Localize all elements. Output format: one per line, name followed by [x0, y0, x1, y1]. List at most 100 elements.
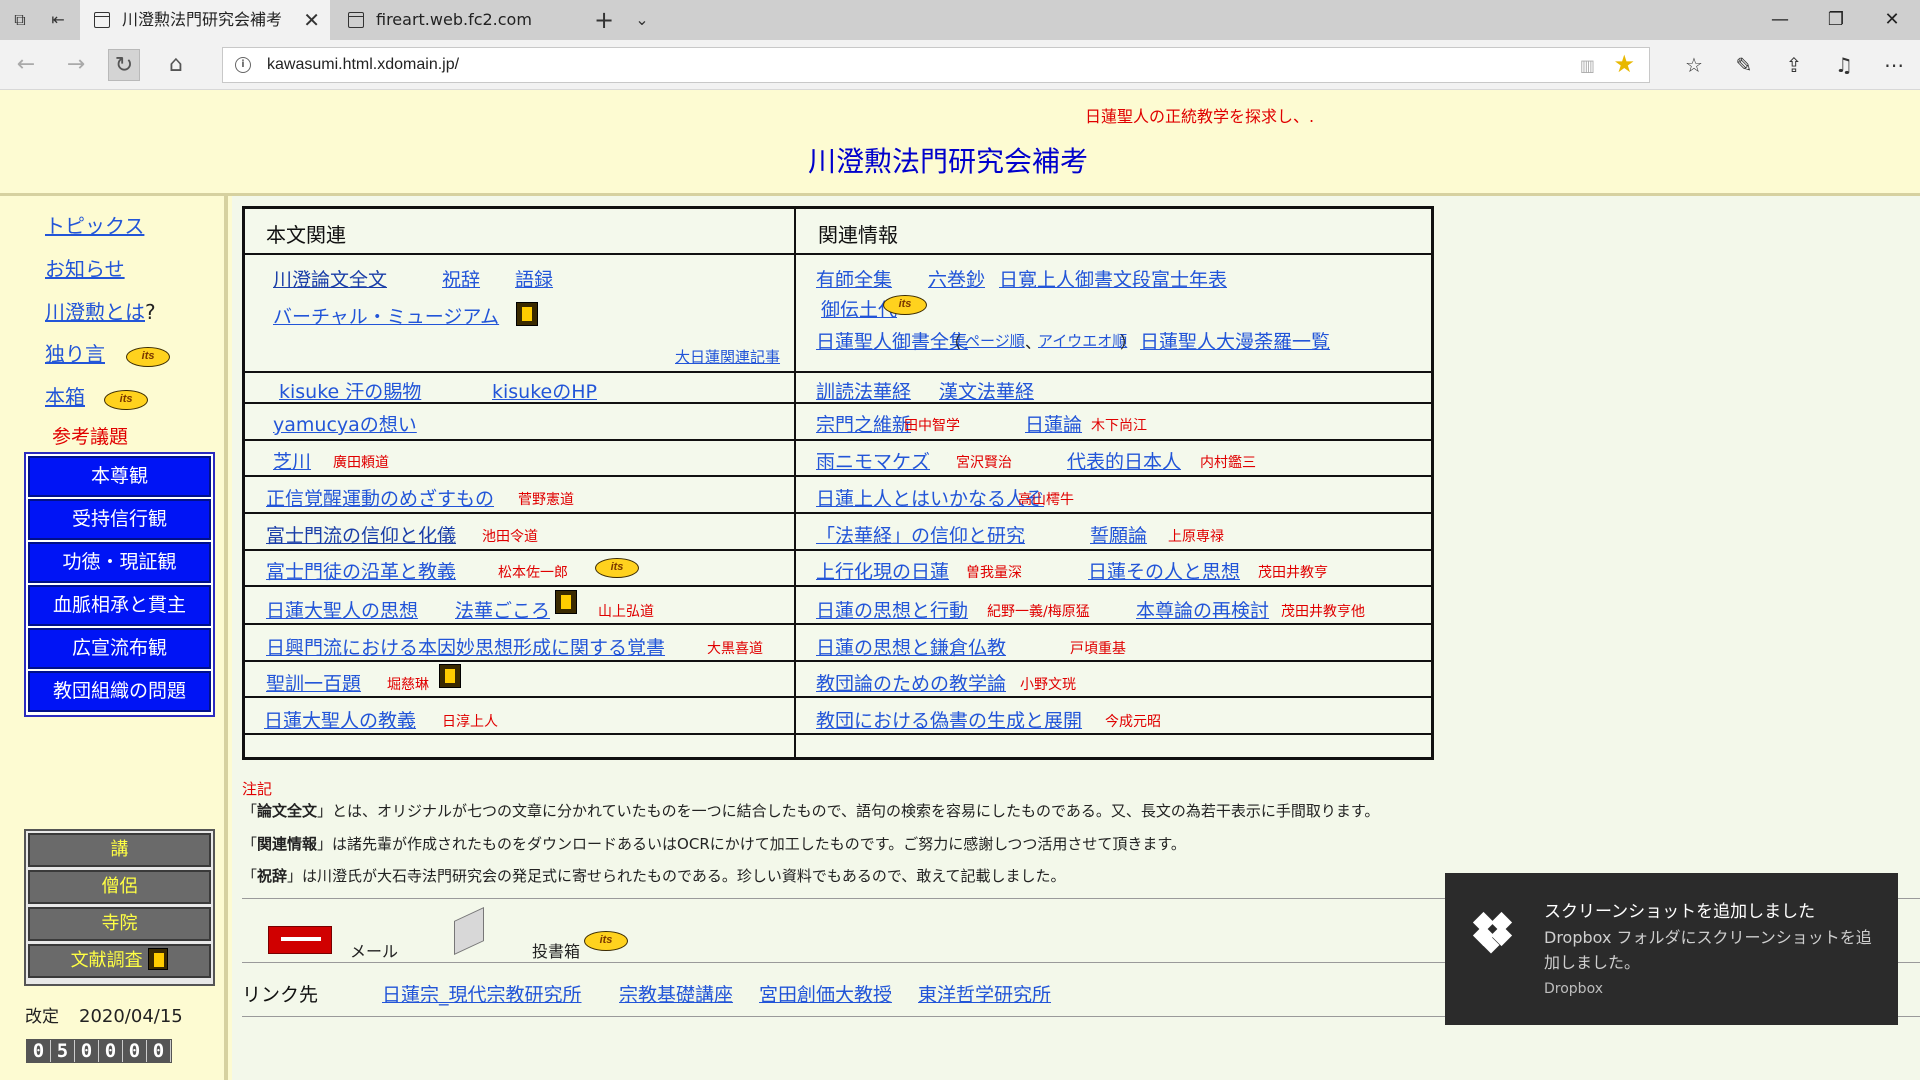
- link-kisuke-sweat[interactable]: kisuke 汗の賜物: [279, 377, 421, 404]
- menu-juji[interactable]: 受持信行観: [28, 499, 211, 540]
- row-divider: [245, 549, 1431, 551]
- link-kamakura-buddhism[interactable]: 日蓮の思想と鎌倉仏教: [816, 633, 1006, 660]
- link-hokekyo-faith[interactable]: 「法華経」の信仰と研究: [816, 521, 1025, 548]
- url-text[interactable]: kawasumi.html.xdomain.jp/: [267, 48, 459, 82]
- link-page-order[interactable]: ページ順: [965, 330, 1025, 351]
- link-full-paper[interactable]: 川澄論文全文: [273, 265, 387, 292]
- info-icon[interactable]: i: [235, 57, 251, 73]
- link-fuji-monryu[interactable]: 富士門流の信仰と化儀: [266, 521, 456, 548]
- menu-kechimyaku[interactable]: 血脈相承と貫主: [28, 585, 211, 626]
- row-divider: [245, 696, 1431, 698]
- link-gisho[interactable]: 教団における偽書の生成と展開: [816, 706, 1082, 733]
- dropbox-notification[interactable]: スクリーンショットを追加しました Dropbox フォルダにスクリーンショットを…: [1445, 873, 1898, 1025]
- sidebar-link-about[interactable]: 川澄勲とは: [45, 300, 145, 324]
- home-icon[interactable]: ⌂: [160, 49, 192, 81]
- menu-honzon[interactable]: 本尊観: [28, 456, 211, 497]
- paren-open: （: [945, 333, 962, 352]
- link-seikun[interactable]: 聖訓一百題: [266, 669, 361, 696]
- author-imanari: 今成元昭: [1105, 714, 1161, 730]
- tab-inactive[interactable]: fireart.web.fc2.com: [334, 0, 574, 40]
- sidebar-link-bookshelf[interactable]: 本箱: [45, 385, 85, 409]
- postbox-icon[interactable]: [454, 907, 484, 955]
- tab-close-icon[interactable]: ✕: [303, 0, 320, 40]
- link-shumon-ishin[interactable]: 宗門之維新: [816, 410, 911, 437]
- pen-icon[interactable]: ✎: [1728, 49, 1760, 81]
- mail-link[interactable]: メール: [350, 938, 398, 962]
- link-congratulation[interactable]: 祝辞: [442, 265, 480, 292]
- link-shoshin-kakusei[interactable]: 正信覚醒運動のめざすもの: [266, 484, 494, 511]
- counter-digit: 0: [123, 1040, 147, 1062]
- url-field[interactable]: i kawasumi.html.xdomain.jp/ ▥ ★: [222, 47, 1650, 83]
- link-hokke-gokoro[interactable]: 法華ごころ: [455, 596, 550, 623]
- sidebar-link-topics[interactable]: トピックス: [45, 210, 144, 239]
- minimize-icon[interactable]: —: [1752, 0, 1808, 40]
- tab-list-chevron-icon[interactable]: ⌄: [630, 8, 654, 32]
- link-kyodan-kyogaku[interactable]: 教団論のための教学論: [816, 669, 1006, 696]
- link-ame-nimo-makezu[interactable]: 雨ニモマケズ: [816, 447, 930, 474]
- menu-ko[interactable]: 講: [28, 833, 211, 867]
- link-honzon-review[interactable]: 本尊論の再検討: [1136, 596, 1269, 623]
- link-nichiren-ron[interactable]: 日蓮論: [1025, 410, 1082, 437]
- sidebar-item-monologue: 独り言 its: [45, 338, 171, 367]
- link-jogyo-kegen[interactable]: 上行化現の日蓮: [816, 557, 949, 584]
- new-tab-icon[interactable]: +: [592, 8, 616, 32]
- link-representative-men[interactable]: 代表的日本人: [1067, 447, 1181, 474]
- sidebar-link-news[interactable]: お知らせ: [45, 253, 125, 282]
- menu-kudoku[interactable]: 功徳・現証観: [28, 542, 211, 583]
- link-daishonin-doctrine[interactable]: 日蓮大聖人の教義: [264, 706, 416, 733]
- more-icon[interactable]: ⋯: [1878, 49, 1910, 81]
- reading-view-icon[interactable]: ▥: [1580, 56, 1595, 75]
- link-yamucya[interactable]: yamucyaの想い: [273, 410, 417, 437]
- link-shibakawa[interactable]: 芝川: [273, 447, 311, 474]
- back-icon[interactable]: ←: [10, 49, 42, 81]
- favorites-icon[interactable]: ☆: [1678, 49, 1710, 81]
- row-divider: [245, 371, 1431, 373]
- menu-jiin[interactable]: 寺院: [28, 907, 211, 941]
- menu-kyodan[interactable]: 教団組織の問題: [28, 671, 211, 712]
- forward-icon[interactable]: →: [60, 49, 92, 81]
- menu-bunken[interactable]: 文献調査: [28, 944, 211, 978]
- visitor-counter: 050000: [26, 1039, 172, 1063]
- link-sayings[interactable]: 語録: [515, 265, 553, 292]
- link-fuji-nenpyo[interactable]: 富士年表: [1151, 265, 1227, 292]
- link-fuji-monto[interactable]: 富士門徒の沿革と教義: [266, 557, 456, 584]
- restore-icon[interactable]: ❐: [1808, 0, 1864, 40]
- link-kanbun-hokekyo[interactable]: 漢文法華経: [939, 377, 1034, 404]
- link-miyata[interactable]: 宮田創価大教授: [759, 980, 892, 1007]
- link-aiueo-order[interactable]: アイウエオ順: [1038, 330, 1127, 351]
- share-icon[interactable]: ⇪: [1778, 49, 1810, 81]
- favorite-star-icon[interactable]: ★: [1613, 50, 1635, 78]
- author-ono: 小野文珖: [1020, 677, 1076, 693]
- link-mandala-list[interactable]: 日蓮聖人大漫荼羅一覧: [1140, 327, 1330, 354]
- link-nikko-honninmyo[interactable]: 日興門流における本因妙思想形成に関する覚書: [266, 633, 665, 660]
- link-ushi-zenshu[interactable]: 有師全集: [816, 265, 892, 292]
- refresh-icon[interactable]: ↻: [108, 49, 140, 81]
- link-toyo-tetsugaku[interactable]: 東洋哲学研究所: [918, 980, 1051, 1007]
- link-rokkansho[interactable]: 六巻鈔: [928, 265, 985, 292]
- mailbox-icon[interactable]: [268, 926, 332, 954]
- sidebar-link-monologue[interactable]: 独り言: [45, 342, 105, 366]
- tab-actions-icon[interactable]: ⧉: [8, 8, 32, 32]
- link-religion-basics[interactable]: 宗教基礎講座: [619, 980, 733, 1007]
- close-window-icon[interactable]: ✕: [1864, 0, 1920, 40]
- read-aloud-icon[interactable]: ♫: [1828, 49, 1860, 81]
- link-nichiren-action[interactable]: 日蓮の思想と行動: [816, 596, 968, 623]
- link-seigan-ron[interactable]: 誓願論: [1090, 521, 1147, 548]
- menu-soryo[interactable]: 僧侶: [28, 870, 211, 904]
- link-virtual-museum[interactable]: バーチャル・ミュージアム: [273, 302, 499, 329]
- set-aside-tabs-icon[interactable]: ⇤: [46, 8, 70, 32]
- note-bracket: 「: [242, 835, 258, 853]
- postbox-link[interactable]: 投書箱: [532, 938, 580, 962]
- tab-active[interactable]: 川澄勲法門研究会補考 ✕: [80, 0, 330, 40]
- tab-title: 川澄勲法門研究会補考: [122, 10, 283, 29]
- link-nichiren-person[interactable]: 日蓮その人と思想: [1088, 557, 1240, 584]
- menu-kosen[interactable]: 広宣流布観: [28, 628, 211, 669]
- link-dainichiren-articles[interactable]: 大日蓮関連記事: [675, 346, 780, 367]
- link-nichiren-who[interactable]: 日蓮上人とはいかなる人ぞ: [816, 484, 1044, 511]
- link-daishonin-thought[interactable]: 日蓮大聖人の思想: [266, 596, 418, 623]
- link-nikkan-mondan[interactable]: 日寛上人御書文段: [999, 265, 1151, 292]
- link-kisuke-hp[interactable]: kisukeのHP: [492, 377, 597, 404]
- dropbox-icon: [1472, 911, 1513, 954]
- link-kundoku-hokekyo[interactable]: 訓読法華経: [816, 377, 911, 404]
- link-genshuken[interactable]: 日蓮宗_現代宗教研究所: [382, 980, 582, 1007]
